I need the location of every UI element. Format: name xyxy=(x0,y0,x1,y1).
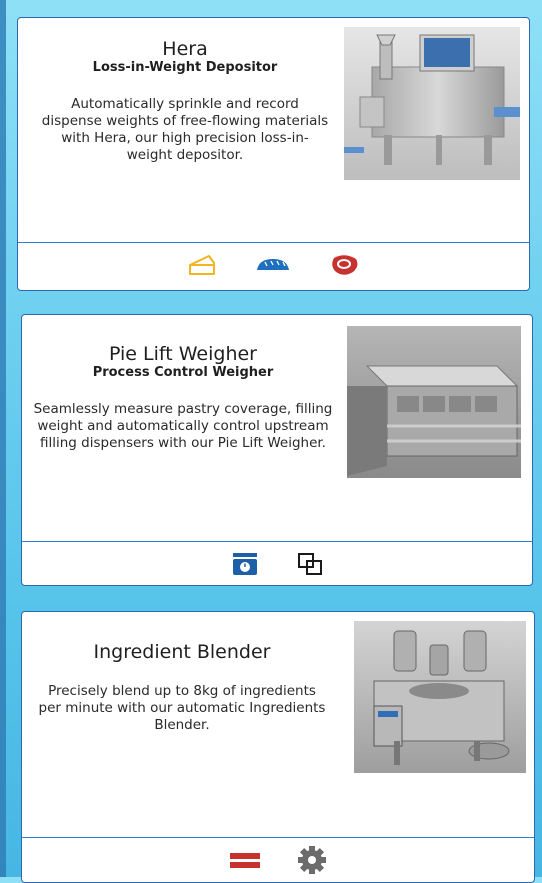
product-card-hera[interactable]: Hera Loss-in-Weight Depositor Automatica… xyxy=(17,17,530,291)
bread-icon xyxy=(255,255,291,280)
category-icons xyxy=(22,551,532,581)
product-title: Pie Lift Weigher xyxy=(108,343,257,365)
overlap-squares-icon xyxy=(297,552,323,581)
product-card-pie-lift-weigher[interactable]: Pie Lift Weigher Process Control Weigher… xyxy=(21,314,533,586)
product-photo-ingredient-blender xyxy=(354,621,526,773)
product-description: Seamlessly measure pastry coverage, fill… xyxy=(33,401,333,451)
product-text: Hera Loss-in-Weight Depositor Automatica… xyxy=(40,38,330,164)
left-edge-strip xyxy=(0,0,6,877)
card-divider xyxy=(22,541,532,542)
product-description: Automatically sprinkle and record dispen… xyxy=(41,96,329,163)
product-subtitle: Loss-in-Weight Depositor xyxy=(92,60,278,75)
product-card-ingredient-blender[interactable]: Ingredient Blender Precisely blend up to… xyxy=(21,611,535,883)
product-title: Hera xyxy=(162,38,208,60)
category-icons xyxy=(22,845,534,879)
scale-icon xyxy=(231,551,259,582)
gear-icon xyxy=(298,845,326,879)
product-text: Pie Lift Weigher Process Control Weigher… xyxy=(30,343,336,452)
meat-icon xyxy=(329,252,361,283)
category-icons xyxy=(18,252,529,282)
layers-icon xyxy=(230,851,260,874)
cheese-icon xyxy=(187,253,217,282)
card-divider xyxy=(18,242,529,243)
card-divider xyxy=(22,837,534,838)
product-description: Precisely blend up to 8kg of ingredients… xyxy=(38,683,326,733)
product-text: Ingredient Blender Precisely blend up to… xyxy=(36,641,328,734)
product-subtitle: Process Control Weigher xyxy=(92,365,274,380)
product-photo-pie-lift-weigher xyxy=(347,326,521,478)
product-title: Ingredient Blender xyxy=(93,641,271,663)
product-photo-hera xyxy=(344,27,520,180)
